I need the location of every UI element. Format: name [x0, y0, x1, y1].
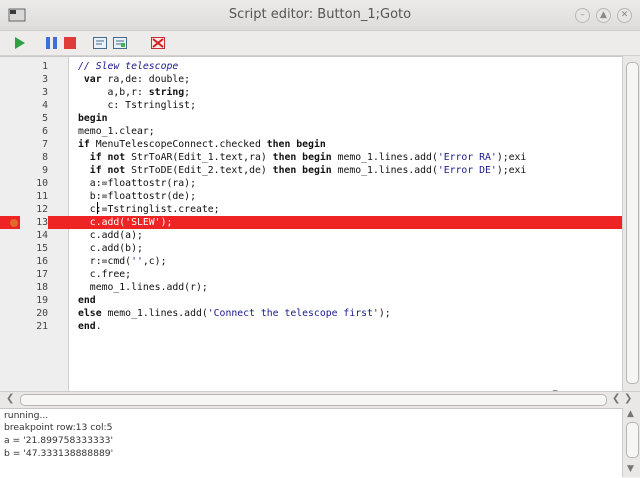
code-line[interactable]: 9 if not StrToDE(Edit_2.text,de) then be… — [0, 164, 622, 177]
code-text[interactable]: c.free; — [78, 268, 131, 281]
line-number: 9 — [42, 165, 48, 176]
line-number: 19 — [36, 295, 48, 306]
line-number: 5 — [42, 113, 48, 124]
code-line[interactable]: 18 memo_1.lines.add(r); — [0, 281, 622, 294]
editor-horizontal-scrollbar[interactable]: ❮ ❮ ❯ — [0, 391, 640, 408]
code-line[interactable]: 16 r:=cmd('',c); — [0, 255, 622, 268]
scrollbar-thumb[interactable] — [20, 394, 607, 406]
close-button[interactable]: ✕ — [617, 8, 632, 23]
text-cursor — [97, 202, 98, 214]
code-line[interactable]: 3 a,b,r: string; — [0, 86, 622, 99]
scroll-down-icon[interactable]: ▼ — [627, 464, 634, 474]
line-number: 20 — [36, 308, 48, 319]
line-number: 17 — [36, 269, 48, 280]
title-bar: Script editor: Button_1;Goto – ▲ ✕ — [0, 0, 640, 31]
code-text[interactable]: c.add(b); — [78, 242, 143, 255]
code-text[interactable]: begin — [78, 112, 108, 125]
scrollbar-thumb[interactable] — [626, 422, 639, 458]
code-line[interactable]: 12 c:=Tstringlist.create; — [0, 203, 622, 216]
code-line[interactable]: 17 c.free; — [0, 268, 622, 281]
scrollbar-thumb[interactable] — [626, 62, 639, 384]
code-text[interactable]: if not StrToAR(Edit_1.text,ra) then begi… — [78, 151, 527, 164]
line-number: 4 — [42, 100, 48, 111]
code-line[interactable]: 14 c.add(a); — [0, 229, 622, 242]
code-text[interactable]: if not StrToDE(Edit_2.text,de) then begi… — [78, 164, 527, 177]
code-text[interactable]: if MenuTelescopeConnect.checked then beg… — [78, 138, 326, 151]
code-line[interactable]: 5 begin — [0, 112, 622, 125]
line-number: 8 — [42, 152, 48, 163]
run-icon[interactable] — [12, 35, 28, 51]
output-line: b = '47.333138888889' — [4, 448, 114, 459]
code-line[interactable]: 10 a:=floattostr(ra); — [0, 177, 622, 190]
code-text[interactable]: c.add(a); — [78, 229, 143, 242]
line-number: 10 — [36, 178, 48, 189]
code-line[interactable]: 7 if MenuTelescopeConnect.checked then be… — [0, 138, 622, 151]
scroll-left-icon[interactable]: ❮ — [612, 393, 620, 404]
code-line[interactable]: 19 end — [0, 294, 622, 307]
line-number: 21 — [36, 321, 48, 332]
code-text[interactable]: end. — [78, 320, 102, 333]
scroll-right-icon[interactable]: ❯ — [624, 393, 632, 404]
scroll-up-icon[interactable]: ▲ — [627, 409, 634, 419]
line-number: 7 — [42, 139, 48, 150]
code-text[interactable]: memo_1.lines.add(r); — [78, 281, 208, 294]
breakpoint-line[interactable]: 13 c.add('SLEW'); — [0, 216, 622, 229]
code-text[interactable]: c.add('SLEW'); — [78, 216, 173, 229]
code-editor[interactable]: 1// Slew telescope 3 var ra,de: double; 3 … — [0, 56, 622, 406]
editor-vertical-scrollbar[interactable] — [622, 56, 640, 391]
step-over-icon[interactable] — [112, 35, 128, 51]
code-line[interactable]: 15 c.add(b); — [0, 242, 622, 255]
stop-icon[interactable] — [62, 35, 78, 51]
line-number: 18 — [36, 282, 48, 293]
output-line: a = '21.899758333333' — [4, 435, 113, 446]
code-line[interactable]: 6 memo_1.clear; — [0, 125, 622, 138]
line-number: 3 — [42, 87, 48, 98]
code-text[interactable]: var ra,de: double; — [78, 73, 190, 86]
line-number: 12 — [36, 204, 48, 215]
output-line: running... — [4, 410, 49, 421]
code-text[interactable]: r:=cmd('',c); — [78, 255, 167, 268]
output-panel[interactable]: running... breakpoint row:13 col:5 a = '… — [0, 408, 622, 478]
code-line[interactable]: 11 b:=floattostr(de); — [0, 190, 622, 203]
code-line[interactable]: 3 var ra,de: double; — [0, 73, 622, 86]
line-number: 3 — [42, 74, 48, 85]
output-vertical-scrollbar[interactable]: ▲ ▼ — [622, 408, 640, 477]
clear-breakpoints-icon[interactable] — [150, 35, 166, 51]
code-text[interactable]: else memo_1.lines.add('Connect the teles… — [78, 307, 391, 320]
line-number: 14 — [36, 230, 48, 241]
scroll-left-icon[interactable]: ❮ — [6, 393, 14, 404]
breakpoint-icon[interactable] — [10, 218, 18, 227]
code-text[interactable]: a:=floattostr(ra); — [78, 177, 196, 190]
code-text[interactable]: c: Tstringlist; — [78, 99, 195, 112]
pause-icon[interactable] — [44, 35, 60, 51]
code-text[interactable]: c:=Tstringlist.create; — [78, 203, 220, 216]
code-line[interactable]: 20 else memo_1.lines.add('Connect the tel… — [0, 307, 622, 320]
minimize-button[interactable]: – — [575, 8, 590, 23]
code-line[interactable]: 21 end. — [0, 320, 622, 333]
maximize-button[interactable]: ▲ — [596, 8, 611, 23]
step-into-icon[interactable] — [92, 35, 108, 51]
code-text[interactable]: memo_1.clear; — [78, 125, 155, 138]
window-title: Script editor: Button_1;Goto — [228, 7, 412, 22]
output-line: breakpoint row:13 col:5 — [4, 422, 113, 433]
code-line[interactable]: 4 c: Tstringlist; — [0, 99, 622, 112]
line-number: 6 — [42, 126, 48, 137]
line-number: 13 — [20, 216, 48, 229]
code-text[interactable]: end — [78, 294, 96, 307]
line-number: 1 — [42, 61, 48, 72]
line-number: 16 — [36, 256, 48, 267]
code-text[interactable]: a,b,r: string; — [78, 86, 190, 99]
line-number: 15 — [36, 243, 48, 254]
code-text[interactable]: b:=floattostr(de); — [78, 190, 196, 203]
toolbar — [0, 31, 640, 56]
code-line[interactable]: 8 if not StrToAR(Edit_1.text,ra) then be… — [0, 151, 622, 164]
code-text[interactable]: // Slew telescope — [78, 60, 178, 73]
code-line[interactable]: 1 // Slew telescope — [0, 60, 622, 73]
line-number: 11 — [36, 191, 48, 202]
